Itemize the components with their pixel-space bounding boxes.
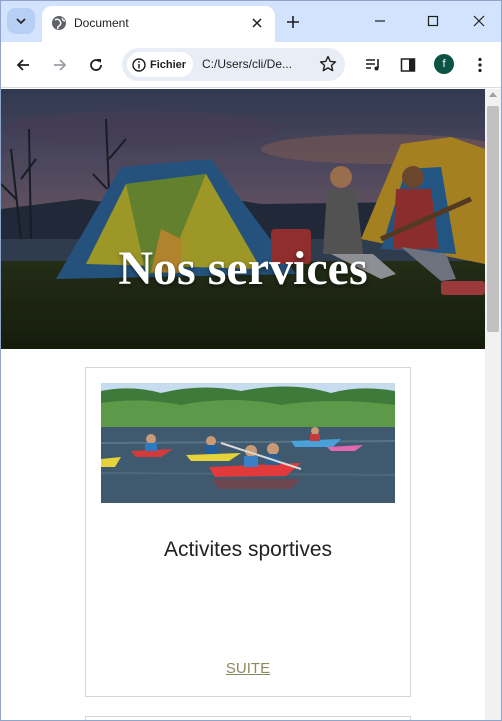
tab-strip: Document [1, 1, 501, 42]
scroll-up-arrow-icon[interactable] [489, 92, 497, 97]
chevron-down-icon [16, 18, 26, 25]
tab-title: Document [74, 16, 129, 30]
browser-window: Document Fichier C:/Users/cli/De... f No… [0, 0, 502, 721]
tab-close-button[interactable] [248, 14, 266, 32]
forward-button[interactable] [48, 53, 72, 77]
security-chip-label: Fichier [150, 58, 187, 71]
url-text: C:/Users/cli/De... [202, 57, 293, 71]
address-bar[interactable]: Fichier C:/Users/cli/De... [122, 48, 345, 81]
card-image [101, 383, 395, 503]
service-card-next [85, 716, 411, 720]
playlist-icon [366, 59, 379, 71]
plus-icon [287, 16, 299, 28]
info-icon [132, 57, 146, 72]
minimize-button[interactable] [366, 9, 394, 33]
card-title: Activites sportives [163, 538, 333, 561]
vertical-scrollbar[interactable] [485, 89, 501, 720]
maximize-button[interactable] [419, 9, 447, 33]
page-viewport: Nos services Activites sportives SUITE [1, 89, 485, 720]
profile-avatar[interactable]: f [434, 54, 454, 74]
site-info-chip[interactable]: Fichier [127, 52, 193, 77]
hero-title: Nos services [118, 242, 368, 295]
kayak-photo [101, 383, 395, 503]
close-icon [473, 15, 485, 27]
hero-banner: Nos services [1, 89, 485, 349]
camping-photo [1, 89, 485, 349]
close-icon [252, 18, 262, 28]
new-tab-button[interactable] [283, 12, 303, 32]
back-button[interactable] [11, 53, 35, 77]
star-icon[interactable] [319, 55, 337, 73]
menu-button[interactable] [468, 53, 492, 77]
tab-document[interactable]: Document [42, 6, 275, 42]
reload-button[interactable] [84, 53, 108, 77]
tab-search-button[interactable] [7, 8, 35, 34]
side-panel-button[interactable] [396, 53, 420, 77]
close-window-button[interactable] [465, 9, 493, 33]
arrow-right-icon [54, 59, 67, 71]
service-card: Activites sportives SUITE [85, 367, 411, 697]
maximize-icon [427, 15, 439, 27]
reload-icon [90, 59, 102, 71]
side-panel-icon [400, 58, 416, 72]
minimize-icon [375, 20, 385, 22]
more-vertical-icon [478, 57, 482, 73]
media-controls-button[interactable] [361, 53, 385, 77]
globe-icon [52, 16, 66, 30]
scrollbar-thumb[interactable] [487, 106, 499, 332]
arrow-left-icon [16, 59, 29, 71]
card-more-link[interactable]: SUITE [86, 660, 410, 677]
browser-toolbar: Fichier C:/Users/cli/De... f [1, 42, 501, 88]
